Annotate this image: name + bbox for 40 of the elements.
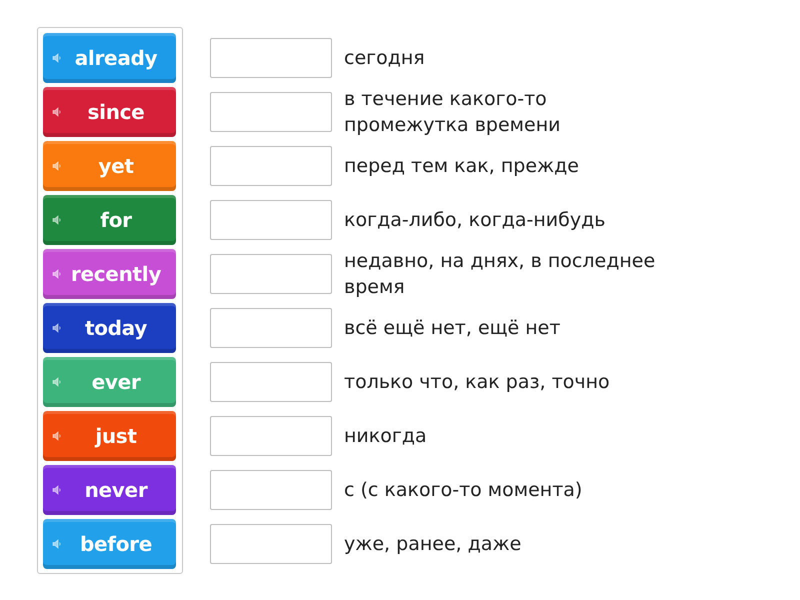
definition-text: с (с какого-то момента) xyxy=(344,478,584,502)
definition-text: когда-либо, когда-нибудь xyxy=(344,208,606,232)
word-tile[interactable]: yet xyxy=(43,141,176,191)
speaker-icon xyxy=(52,53,62,63)
drop-box[interactable] xyxy=(210,38,332,78)
drop-box[interactable] xyxy=(210,146,332,186)
speaker-icon xyxy=(52,323,62,333)
speaker-icon xyxy=(52,377,62,387)
word-tile[interactable]: already xyxy=(43,33,176,83)
definition-text: только что, как раз, точно xyxy=(344,370,611,394)
definition-text: перед тем как, прежде xyxy=(344,154,580,178)
speaker-icon xyxy=(52,539,62,549)
drop-box[interactable] xyxy=(210,254,332,294)
word-tile[interactable]: today xyxy=(43,303,176,353)
drop-box[interactable] xyxy=(210,524,332,564)
drop-box[interactable] xyxy=(210,362,332,402)
speaker-icon xyxy=(52,485,62,495)
drop-box[interactable] xyxy=(210,470,332,510)
definition-text: уже, ранее, даже xyxy=(344,532,522,556)
drop-box[interactable] xyxy=(210,308,332,348)
speaker-icon xyxy=(52,161,62,171)
definition-text: в течение какого-то промежутка времени xyxy=(344,86,562,138)
word-tile[interactable]: before xyxy=(43,519,176,569)
drop-box[interactable] xyxy=(210,416,332,456)
speaker-icon xyxy=(52,431,62,441)
definition-text: недавно, на днях, в последнее время xyxy=(344,248,656,300)
definition-text: сегодня xyxy=(344,46,426,70)
drop-box[interactable] xyxy=(210,92,332,132)
definition-text: всё ещё нет, ещё нет xyxy=(344,316,562,340)
word-tile[interactable]: ever xyxy=(43,357,176,407)
word-tile[interactable]: since xyxy=(43,87,176,137)
drop-box[interactable] xyxy=(210,200,332,240)
word-tile[interactable]: recently xyxy=(43,249,176,299)
definition-text: никогда xyxy=(344,424,428,448)
speaker-icon xyxy=(52,107,62,117)
word-tile[interactable]: for xyxy=(43,195,176,245)
word-tile[interactable]: never xyxy=(43,465,176,515)
word-tile[interactable]: just xyxy=(43,411,176,461)
speaker-icon xyxy=(52,269,62,279)
speaker-icon xyxy=(52,215,62,225)
